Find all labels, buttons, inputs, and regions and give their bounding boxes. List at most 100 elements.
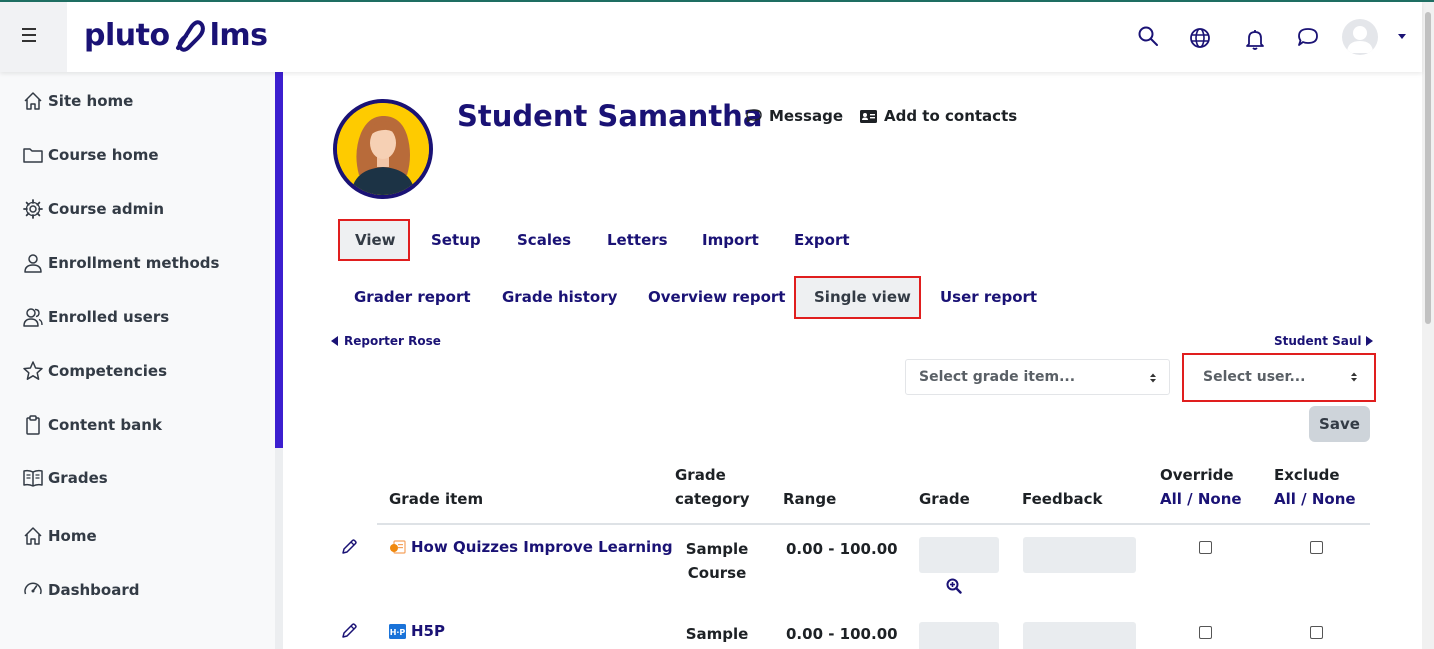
sidebar-item-label: Home [48,527,97,545]
sidebar-item-home[interactable]: Home [22,521,97,551]
gear-icon [23,199,43,219]
grade-item-select-value: Select grade item... [919,369,1076,385]
tab-setup[interactable]: Setup [431,231,481,249]
override-none-link[interactable]: None [1198,490,1242,508]
sidebar-item-label: Course admin [48,200,165,218]
tab-overview-report[interactable]: Overview report [648,288,785,306]
profile-picture [333,99,433,199]
sidebar-item-course-home[interactable]: Course home [22,140,159,170]
svg-text:H·P: H·P [390,628,406,637]
message-label: Message [769,107,843,125]
sidebar-item-competencies[interactable]: Competencies [22,356,167,386]
sidebar-item-enrollment-methods[interactable]: Enrollment methods [22,248,219,278]
select-arrows-icon [1150,373,1156,383]
sidebar-item-content-bank[interactable]: Content bank [22,410,162,440]
zoom-in-icon[interactable] [946,578,962,594]
sidebar-item-label: Content bank [48,416,162,434]
sidebar-item-label: Site home [48,92,134,110]
sidebar-item-label: Enrolled users [48,308,170,326]
hamburger-menu-icon[interactable] [22,28,38,42]
user-menu-caret-icon[interactable] [1398,34,1406,39]
address-card-icon [860,109,877,123]
sidebar-item-course-admin[interactable]: Course admin [22,194,164,224]
site-logo[interactable]: pluto lms [84,18,268,53]
drawer-toggle-area [0,2,67,72]
sidebar-item-site-home[interactable]: Site home [22,86,133,116]
chat-icon[interactable] [1296,25,1320,49]
override-checkbox[interactable] [1199,626,1212,639]
search-icon[interactable] [1136,24,1160,48]
next-user-link[interactable]: Student Saul [1274,334,1373,348]
page-scrollbar-thumb[interactable] [1425,12,1431,324]
grade-item-select[interactable]: Select grade item... [905,359,1170,395]
h5p-icon: H·P [389,623,406,639]
sidebar-scrollbar[interactable] [275,72,283,649]
feedback-input[interactable] [1023,537,1136,573]
select-arrows-icon [1351,372,1357,382]
grade-item-label: How Quizzes Improve Learning [411,538,673,556]
user-select[interactable]: Select user... [1190,359,1370,395]
folder-icon [23,148,43,163]
grade-category-line1: Sample [685,540,749,558]
exclude-checkbox[interactable] [1310,626,1323,639]
header-grade-category-line2: category [675,490,750,508]
add-contacts-label: Add to contacts [884,107,1018,125]
tab-export[interactable]: Export [794,231,850,249]
sidebar-item-label: Enrollment methods [48,254,220,272]
user-avatar[interactable] [1342,19,1378,55]
add-to-contacts-button[interactable]: Add to contacts [859,107,1017,125]
grade-input[interactable] [919,537,999,573]
tab-grade-history[interactable]: Grade history [502,288,617,306]
grade-category-line2: Course [687,564,747,582]
header-override: Override [1160,466,1234,484]
sidebar-scrollbar-thumb[interactable] [275,72,283,448]
grade-input[interactable] [919,622,999,649]
tab-single-view[interactable]: Single view [814,288,911,306]
edit-pencil-icon[interactable] [340,538,358,556]
clipboard-icon [26,415,40,435]
previous-user-link[interactable]: Reporter Rose [331,334,441,348]
edit-pencil-icon[interactable] [340,622,358,640]
tab-user-report[interactable]: User report [940,288,1037,306]
table-header-divider [377,523,1370,525]
student-name: Student Samantha [457,99,763,133]
tab-scales[interactable]: Scales [517,231,571,249]
save-button[interactable]: Save [1309,406,1370,442]
grade-item-link[interactable]: How Quizzes Improve Learning [389,538,673,556]
user-icon [24,254,42,273]
tab-grader-report[interactable]: Grader report [354,288,471,306]
logo-mark-icon [175,19,205,52]
bell-icon[interactable] [1243,27,1267,51]
sidebar-item-label: Competencies [48,362,168,380]
tab-import[interactable]: Import [702,231,759,249]
sidebar-item-grades[interactable]: Grades [22,463,108,493]
exclude-all-link[interactable]: All [1274,490,1296,508]
chevron-left-icon [331,336,338,346]
logo-text-right: lms [209,18,268,53]
page-scrollbar[interactable] [1422,2,1434,649]
grade-category-line1: Sample [685,625,749,643]
exclude-checkbox[interactable] [1310,541,1323,554]
student-avatar-illustration [337,103,429,195]
tab-letters[interactable]: Letters [607,231,668,249]
sidebar-item-dashboard[interactable]: Dashboard [22,575,139,605]
sidebar-item-enrolled-users[interactable]: Enrolled users [22,302,169,332]
grade-range: 0.00 - 100.00 [786,625,898,643]
exclude-none-link[interactable]: None [1312,490,1356,508]
logo-text-left: pluto [84,18,170,53]
grade-range: 0.00 - 100.00 [786,540,898,558]
sidebar-item-label: Grades [48,469,108,487]
default-avatar-icon [1347,26,1373,53]
house-icon [24,92,42,110]
message-button[interactable]: Message [745,107,843,125]
feedback-input[interactable] [1023,622,1136,649]
header-grade: Grade [919,490,970,508]
grade-item-link[interactable]: H·P H5P [389,622,445,640]
override-checkbox[interactable] [1199,541,1212,554]
globe-icon[interactable] [1188,26,1212,50]
main-content: Student Samantha Message Add to contacts… [283,72,1422,649]
tab-view[interactable]: View [355,231,396,249]
override-all-link[interactable]: All [1160,490,1182,508]
users-icon [23,308,43,327]
previous-user-label: Reporter Rose [344,334,441,348]
